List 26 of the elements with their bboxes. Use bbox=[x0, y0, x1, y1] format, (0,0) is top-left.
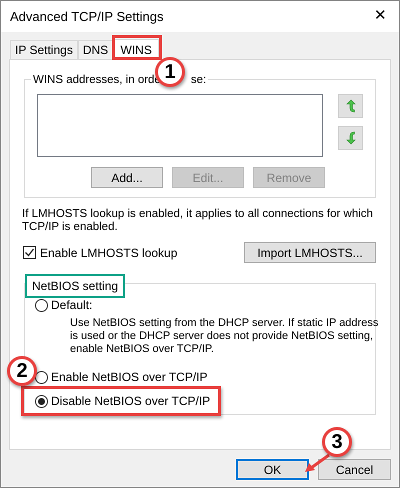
dialog-button[interactable]: OK bbox=[236, 459, 309, 480]
radio-label: Default: bbox=[51, 297, 92, 314]
dialog-button[interactable]: Cancel bbox=[318, 459, 391, 480]
lmhosts-note: If LMHOSTS lookup is enabled, it applies to all connections for which TCP/IP is enabled. bbox=[22, 208, 374, 234]
move-up-button[interactable] bbox=[338, 94, 363, 118]
radio-button[interactable] bbox=[35, 298, 48, 312]
tab[interactable]: IP Settings bbox=[10, 40, 78, 59]
import-button[interactable]: Import LMHOSTS... bbox=[244, 242, 376, 263]
close-button[interactable]: ✕ bbox=[370, 5, 391, 28]
tab[interactable]: DNS bbox=[78, 40, 114, 59]
group-label: NetBIOS setting bbox=[25, 274, 126, 298]
radio-label: Disable NetBIOS over TCP/IP bbox=[51, 393, 210, 410]
list-action-button[interactable]: Add... bbox=[91, 167, 163, 188]
pointer-arrow bbox=[303, 453, 331, 473]
up-arrow-icon bbox=[346, 99, 356, 113]
option-description: Use NetBIOS setting from the DHCP server. If static IP address is used or the DHCP server does not provide NetBIOS setting, enable NetBIOS over TCP/IP. bbox=[70, 317, 380, 356]
checkbox-label: Enable LMHOSTS lookup bbox=[40, 244, 178, 262]
radio-label: Enable NetBIOS over TCP/IP bbox=[51, 369, 208, 386]
radio-button[interactable] bbox=[35, 370, 48, 384]
move-down-button[interactable] bbox=[338, 126, 363, 150]
group-label: se: bbox=[190, 73, 206, 88]
radio-button[interactable] bbox=[35, 394, 48, 408]
down-arrow-icon bbox=[346, 131, 356, 145]
checkbox[interactable] bbox=[23, 246, 36, 259]
address-list[interactable] bbox=[37, 94, 323, 157]
window-title: Advanced TCP/IP Settings bbox=[10, 8, 164, 26]
